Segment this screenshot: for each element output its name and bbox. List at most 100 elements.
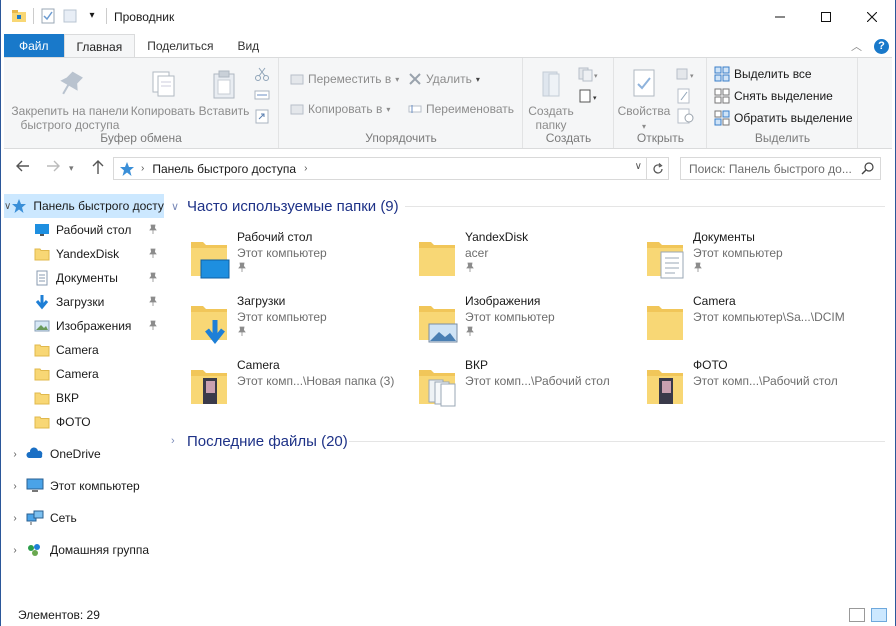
folder-tile[interactable]: Рабочий стол Этот компьютер	[169, 230, 397, 290]
tab-file[interactable]: Файл	[4, 34, 64, 58]
chevron-right-icon[interactable]: ›	[4, 449, 26, 460]
easy-access-icon: ▾	[579, 89, 597, 103]
chevron-down-icon[interactable]: ∨	[4, 201, 11, 212]
nav-item-8[interactable]: ВКР	[4, 386, 164, 410]
address-bar[interactable]: › Панель быстрого доступа › ∨	[113, 157, 669, 180]
folder-tile[interactable]: Camera Этот комп...\Новая папка (3)	[169, 358, 397, 418]
copy-to-button[interactable]: Копировать в ▾	[290, 102, 390, 116]
new-folder-qat-icon[interactable]	[62, 8, 78, 24]
ribbon-collapse-icon[interactable]: ︿	[851, 38, 862, 54]
folder-tile[interactable]: Camera Этот компьютер\Sa...\DCIM	[625, 294, 853, 354]
refresh-button[interactable]	[646, 158, 668, 179]
folder-tile[interactable]: ВКР Этот комп...\Рабочий стол	[397, 358, 625, 418]
folder-tile[interactable]: Документы Этот компьютер	[625, 230, 853, 290]
breadcrumb-quick-access[interactable]: Панель быстрого доступа	[152, 162, 296, 176]
edit-button[interactable]	[673, 88, 701, 107]
nav-root-computer[interactable]: › Этот компьютер	[4, 474, 164, 498]
qat-customize-icon[interactable]: ▾	[84, 8, 100, 24]
explorer-app-icon[interactable]	[11, 8, 27, 24]
select-all-button[interactable]: Выделить все	[714, 66, 812, 82]
select-none-button[interactable]: Снять выделение	[714, 88, 833, 104]
pin-quick-access-button[interactable]: Закрепить на панели быстрого доступа	[10, 68, 130, 132]
paste-shortcut-button[interactable]	[252, 108, 272, 127]
properties-qat-icon[interactable]	[40, 8, 56, 24]
qat-separator	[33, 8, 34, 24]
copy-button[interactable]: Копировать	[130, 68, 196, 118]
nav-item-7[interactable]: Camera	[4, 362, 164, 386]
nav-item-quick-access[interactable]: ∨ Панель быстрого доступа	[4, 194, 164, 218]
frequent-folders-title: Часто используемые папки (9)	[187, 197, 399, 215]
nav-item-6[interactable]: Camera	[4, 338, 164, 362]
nav-root-onedrive[interactable]: › OneDrive	[4, 442, 164, 466]
onedrive-icon	[26, 446, 44, 462]
delete-button[interactable]: Удалить ▾	[408, 72, 480, 86]
copy-path-button[interactable]	[252, 88, 272, 105]
copy-to-icon	[290, 104, 304, 115]
folder-icon	[34, 246, 50, 262]
folder-name: Загрузки	[237, 294, 286, 308]
maximize-button[interactable]	[803, 0, 849, 34]
edit-icon	[677, 88, 690, 104]
chevron-right-icon[interactable]: ›	[4, 545, 26, 556]
chevron-right-icon[interactable]: ›	[4, 513, 26, 524]
nav-label: Camera	[56, 367, 99, 381]
create-group: Создать папку ▾ ▾ Создать	[524, 58, 614, 148]
address-dropdown-icon[interactable]: ∨	[635, 161, 642, 172]
frequent-folders-header[interactable]: ∨ Часто используемые папки (9)	[171, 195, 399, 217]
recent-locations-button[interactable]: ▾	[69, 163, 74, 174]
properties-button[interactable]: Свойства ▾	[617, 68, 671, 134]
open-button[interactable]: ▾	[673, 66, 701, 85]
help-icon[interactable]: ?	[874, 38, 889, 54]
easy-access-button[interactable]: ▾	[576, 88, 602, 107]
close-button[interactable]	[849, 0, 895, 34]
folder-tile[interactable]: ФОТО Этот комп...\Рабочий стол	[625, 358, 853, 418]
paste-icon	[213, 70, 235, 99]
history-button[interactable]	[673, 108, 701, 127]
invert-selection-button[interactable]: Обратить выделение	[714, 110, 853, 126]
chevron-right-icon[interactable]: ›	[4, 481, 26, 492]
new-item-button[interactable]: ▾	[576, 66, 602, 85]
move-to-icon	[290, 74, 304, 85]
paste-button[interactable]: Вставить	[196, 68, 252, 118]
nav-item-9[interactable]: ФОТО	[4, 410, 164, 434]
nav-label: ВКР	[56, 391, 79, 405]
tab-view[interactable]: Вид	[225, 34, 271, 58]
paste-shortcut-icon	[255, 109, 269, 124]
nav-item-1[interactable]: Рабочий стол	[4, 218, 164, 242]
organize-group: Переместить в ▾ Копировать в ▾ Удалить ▾ Пе…	[280, 58, 523, 148]
paste-label: Вставить	[198, 104, 250, 118]
new-folder-button[interactable]: Создать папку	[528, 68, 574, 132]
folder-icon	[34, 414, 50, 430]
move-to-button[interactable]: Переместить в ▾	[290, 72, 399, 86]
nav-label: Сеть	[50, 511, 77, 525]
recent-files-header[interactable]: › Последние файлы (20)	[171, 430, 348, 452]
back-button[interactable]	[15, 159, 31, 178]
search-input[interactable]: Поиск: Панель быстрого до...	[680, 157, 881, 180]
nav-root-homegroup[interactable]: › Домашняя группа	[4, 538, 164, 562]
up-button[interactable]	[91, 159, 105, 180]
desktop-folder-icon	[189, 234, 230, 279]
title-bar: ▾ Проводник	[1, 0, 895, 34]
nav-item-5[interactable]: Изображения	[4, 314, 164, 338]
nav-item-4[interactable]: Загрузки	[4, 290, 164, 314]
pin-icon	[148, 224, 158, 237]
minimize-button[interactable]	[757, 0, 803, 34]
pin-icon	[237, 262, 247, 275]
nav-root-network[interactable]: › Сеть	[4, 506, 164, 530]
folder-tile[interactable]: Изображения Этот компьютер	[397, 294, 625, 354]
folder-tile[interactable]: Загрузки Этот компьютер	[169, 294, 397, 354]
select-all-label: Выделить все	[734, 67, 812, 81]
folder-location: Этот комп...\Рабочий стол	[693, 374, 838, 388]
nav-item-3[interactable]: Документы	[4, 266, 164, 290]
cut-button[interactable]	[252, 66, 272, 85]
large-icons-view-button[interactable]	[871, 608, 887, 622]
rename-button[interactable]: Переименовать	[408, 102, 514, 116]
computer-icon	[26, 478, 44, 494]
tab-home[interactable]: Главная	[63, 34, 136, 58]
details-view-button[interactable]	[849, 608, 865, 622]
create-group-label: Создать	[545, 131, 592, 145]
folder-tile[interactable]: YandexDisk acer	[397, 230, 625, 290]
nav-item-2[interactable]: YandexDisk	[4, 242, 164, 266]
tab-share[interactable]: Поделиться	[135, 34, 225, 58]
forward-button[interactable]	[45, 159, 61, 178]
